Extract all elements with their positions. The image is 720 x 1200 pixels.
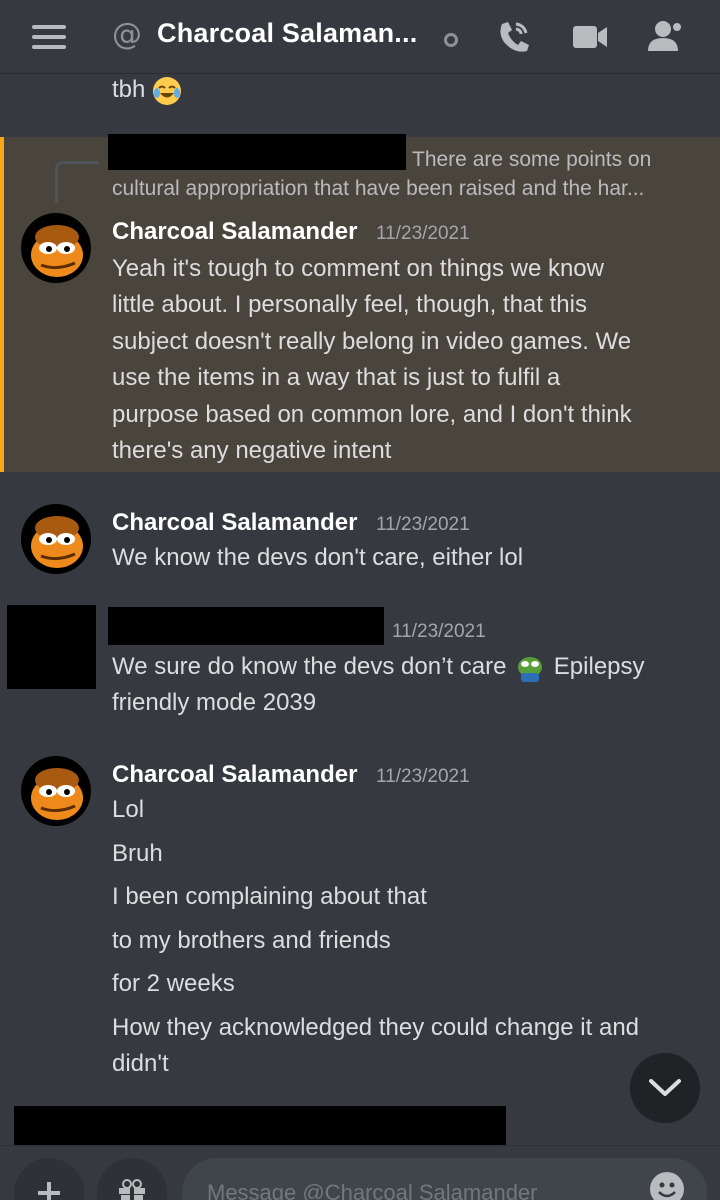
message-text: tbh [112,72,182,108]
message-text: little about. I personally feel, though,… [112,291,587,318]
message-text: subject doesn't really belong in video g… [112,328,632,355]
message-text: there's any negative intent [112,437,392,464]
message-text: purpose based on common lore, and I don'… [112,401,632,428]
chevron-down-icon [649,1079,681,1096]
message-text: How they acknowledged they could change … [112,1014,640,1041]
composer-bar [0,1145,720,1200]
video-icon[interactable] [570,18,610,56]
message-timestamp: 11/23/2021 [376,223,470,244]
message-text: We know the devs don't care, either lol [112,544,524,571]
message-text: Bruh [112,840,163,867]
chat-app: @ Charcoal Salaman... tbh There are some… [0,0,720,1200]
message-list[interactable]: tbh There are some points on cultural ap… [0,72,720,1150]
avatar[interactable] [21,504,91,574]
add-attachment-button[interactable] [14,1158,84,1200]
reply-preview-line1[interactable]: There are some points on [412,145,651,175]
message-timestamp: 11/23/2021 [392,621,486,642]
channel-title[interactable]: Charcoal Salaman... [157,18,417,49]
message-text: Lol [112,796,145,823]
redacted-avatar [7,605,96,689]
redacted-name [108,607,384,645]
gift-button[interactable] [97,1158,167,1200]
pepe-avatar-icon [31,225,83,277]
call-icon[interactable] [494,18,534,56]
redacted-name [14,1106,506,1150]
plus-icon [38,1182,60,1200]
redacted-name [108,134,406,170]
message-timestamp: 11/23/2021 [376,766,470,787]
avatar[interactable] [21,756,91,826]
reply-preview-line2[interactable]: cultural appropriation that have been ra… [112,174,644,204]
message-text: for 2 weeks [112,970,235,997]
message-text: didn't [112,1050,169,1077]
reply-connector [55,161,99,203]
message-author[interactable]: Charcoal Salamander [112,216,357,248]
smile-icon [658,1182,676,1198]
message-text: I been complaining about that [112,883,427,910]
message-text: Yeah it's tough to comment on things we … [112,255,604,282]
message-text: use the items in a way that is just to f… [112,364,561,391]
message-timestamp: 11/23/2021 [376,514,470,535]
menu-icon[interactable] [32,25,66,49]
jump-to-bottom-button[interactable] [630,1053,700,1123]
pepe-avatar-icon [31,768,83,820]
at-icon: @ [112,17,142,52]
crying-laughing-emoji-icon [153,76,182,105]
message-text: to my brothers and friends [112,927,391,954]
header-bar: @ Charcoal Salaman... [0,0,720,74]
emoji-picker-icon[interactable] [650,1172,684,1200]
members-icon[interactable] [645,18,685,56]
message-input[interactable] [182,1158,707,1200]
status-offline-icon [444,33,458,47]
pepe-avatar-icon [31,516,83,568]
message-text: friendly mode 2039 [112,689,317,716]
message-text: We sure do know the devs don’t care Epil… [112,649,645,685]
pepe-emoji-icon [518,656,543,682]
message-author[interactable]: Charcoal Salamander [112,507,357,539]
message-author[interactable]: Charcoal Salamander [112,759,357,791]
avatar[interactable] [21,213,91,283]
gift-icon [119,1179,145,1200]
